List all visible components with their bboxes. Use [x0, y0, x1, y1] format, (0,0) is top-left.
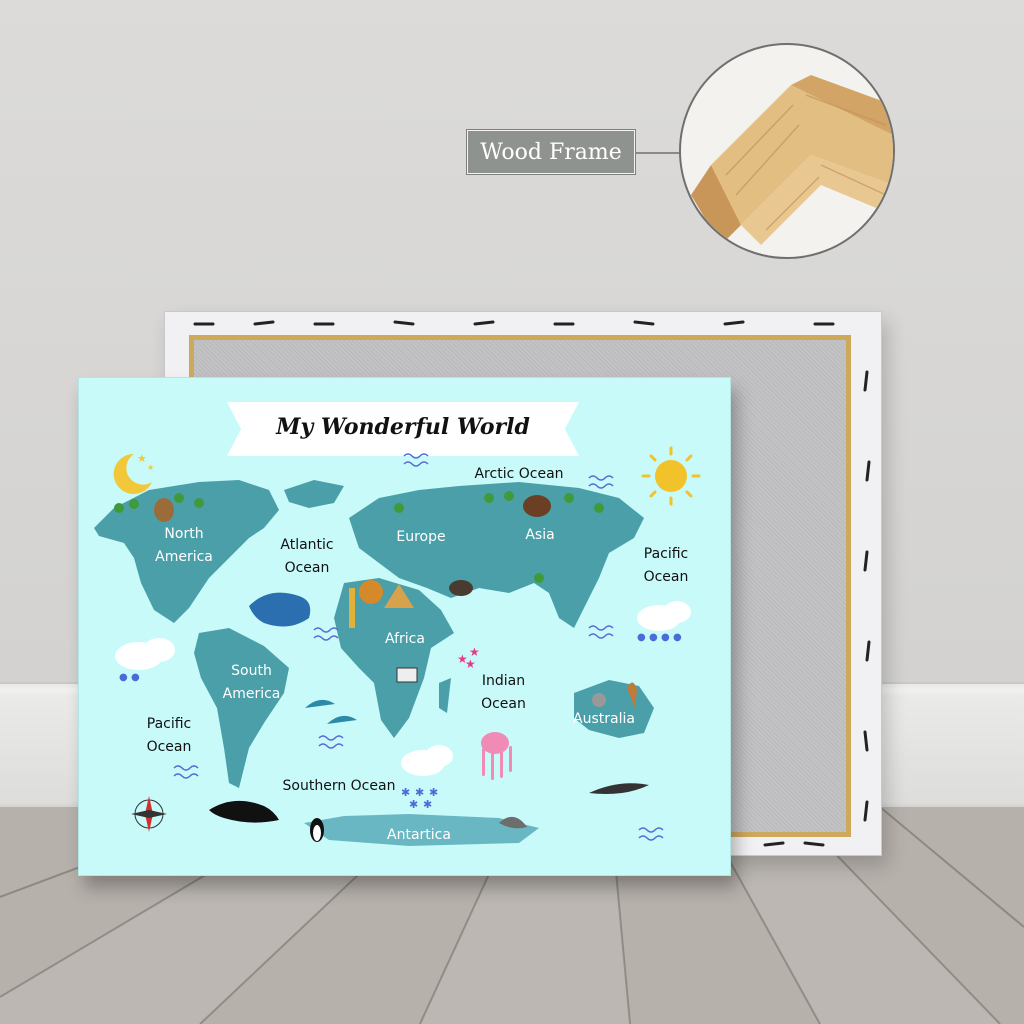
label-pacific-ocean-west: Pacific Ocean: [146, 716, 192, 755]
svg-text:✱: ✱: [423, 798, 432, 811]
wood-frame-callout: Wood Frame: [467, 130, 635, 174]
label-australia: Australia: [573, 711, 635, 727]
compass-icon: [131, 796, 167, 832]
label-africa: Africa: [385, 631, 425, 647]
whale-icon: [249, 592, 311, 627]
wood-frame-detail: [679, 43, 895, 259]
svg-text:●: ●: [649, 632, 658, 643]
koala-icon: [592, 693, 606, 707]
orca-icon: [209, 800, 279, 823]
greenland-shape: [284, 480, 344, 508]
svg-text:●: ●: [131, 672, 140, 683]
octopus-icon: [481, 732, 512, 780]
svg-text:●: ●: [673, 632, 682, 643]
lion-icon: [359, 580, 383, 604]
dolphin-icon: [305, 699, 335, 708]
madagascar-shape: [439, 678, 451, 713]
svg-text:●: ●: [661, 632, 670, 643]
label-north-america: North America: [155, 526, 213, 565]
giraffe-icon: [349, 588, 355, 628]
label-south-america: South America: [222, 663, 281, 702]
svg-text:●: ●: [119, 672, 128, 683]
label-europe: Europe: [396, 529, 446, 545]
label-atlantic-ocean: Atlantic Ocean: [280, 537, 334, 576]
svg-text:★: ★: [465, 657, 476, 671]
penguin-icon: [310, 818, 324, 842]
bison-icon: [449, 580, 473, 596]
label-pacific-ocean-east: Pacific Ocean: [643, 546, 689, 585]
svg-text:●: ●: [637, 632, 646, 643]
bear-icon: [523, 495, 551, 517]
callout-connector: [632, 152, 682, 154]
label-southern-ocean: Southern Ocean: [282, 778, 396, 794]
label-asia: Asia: [525, 527, 555, 543]
svg-text:★: ★: [147, 463, 154, 472]
svg-text:✱: ✱: [409, 798, 418, 811]
label-indian-ocean: Indian Ocean: [481, 673, 526, 712]
south-america-shape: [194, 628, 289, 788]
map-illustration: ★ ★ ★ ★★ ✱ ✱ ✱✱ ✱ ● ● ● ●● ●: [94, 446, 701, 846]
sun-icon: [641, 446, 701, 506]
shark-icon: [589, 783, 649, 794]
svg-text:★: ★: [137, 452, 147, 465]
label-antarctica: Antartica: [387, 827, 451, 843]
label-arctic-ocean: Arctic Ocean: [474, 466, 564, 482]
bear-icon: [154, 498, 174, 522]
dolphin-icon: [327, 715, 357, 724]
world-map-poster: My Wonderful World ★ ★ ★ ★ ★ ✱ ✱ ✱ ✱ ✱ ●…: [78, 377, 731, 876]
zebra-icon: [396, 667, 418, 683]
